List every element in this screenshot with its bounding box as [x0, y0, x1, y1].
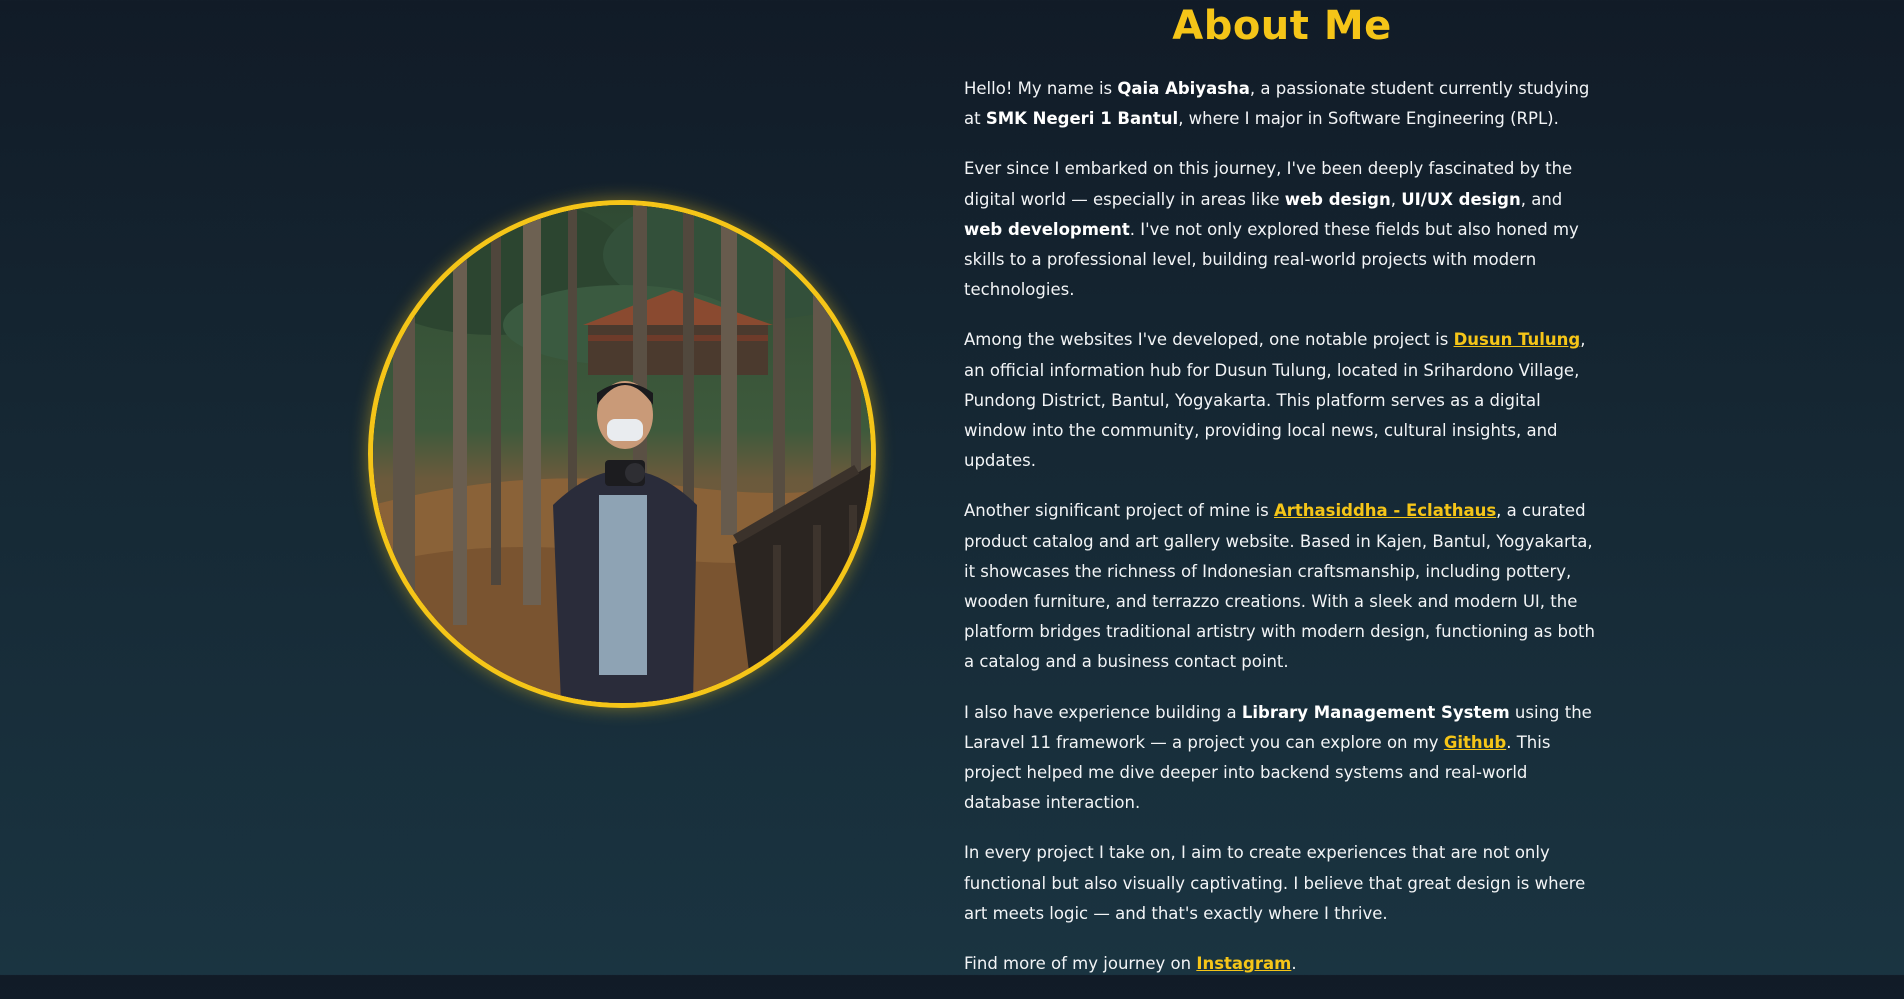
- text: Find more of my journey on: [964, 954, 1197, 974]
- library-system-name: Library Management System: [1241, 702, 1510, 722]
- arthasiddha-link[interactable]: Arthasiddha - Eclathaus: [1274, 501, 1496, 520]
- text: In every project I take on, I aim to cre…: [964, 843, 1586, 923]
- intro-paragraph: Hello! My name is Qaia Abiyasha, a passi…: [964, 74, 1604, 134]
- about-content: Hello! My name is Qaia Abiyasha, a passi…: [964, 74, 1604, 999]
- text: .: [1291, 954, 1297, 974]
- page-title: About Me: [1172, 3, 1392, 49]
- text: Among the websites I've developed, one n…: [964, 330, 1454, 350]
- student-name: Qaia Abiyasha: [1117, 79, 1250, 98]
- profile-photo: [368, 200, 876, 708]
- text: Another significant project of mine is: [964, 501, 1274, 521]
- text: ,: [1390, 189, 1402, 209]
- text: , where I major in Software Engineering …: [1178, 109, 1559, 129]
- skill-web-design: web design: [1284, 189, 1391, 209]
- instagram-link[interactable]: Instagram: [1196, 954, 1291, 973]
- arthasiddha-paragraph: Another significant project of mine is A…: [964, 496, 1604, 677]
- school-name: SMK Negeri 1 Bantul: [985, 109, 1179, 129]
- text: I also have experience building a: [964, 702, 1242, 722]
- skill-ui-ux: UI/UX design: [1401, 189, 1521, 209]
- text: , a curated product catalog and art gall…: [964, 501, 1595, 672]
- text: Hello! My name is: [964, 79, 1118, 98]
- library-system-paragraph: I also have experience building a Librar…: [964, 698, 1604, 819]
- interests-paragraph: Ever since I embarked on this journey, I…: [964, 154, 1604, 305]
- profile-photo-illustration: [373, 205, 871, 703]
- dusun-tulung-paragraph: Among the websites I've developed, one n…: [964, 325, 1604, 476]
- text: , an official information hub for Dusun …: [964, 330, 1586, 471]
- dusun-tulung-link[interactable]: Dusun Tulung: [1454, 330, 1581, 349]
- text: , and: [1520, 189, 1563, 209]
- skill-web-development: web development: [964, 219, 1130, 239]
- github-link[interactable]: Github: [1444, 733, 1506, 752]
- philosophy-paragraph: In every project I take on, I aim to cre…: [964, 838, 1604, 929]
